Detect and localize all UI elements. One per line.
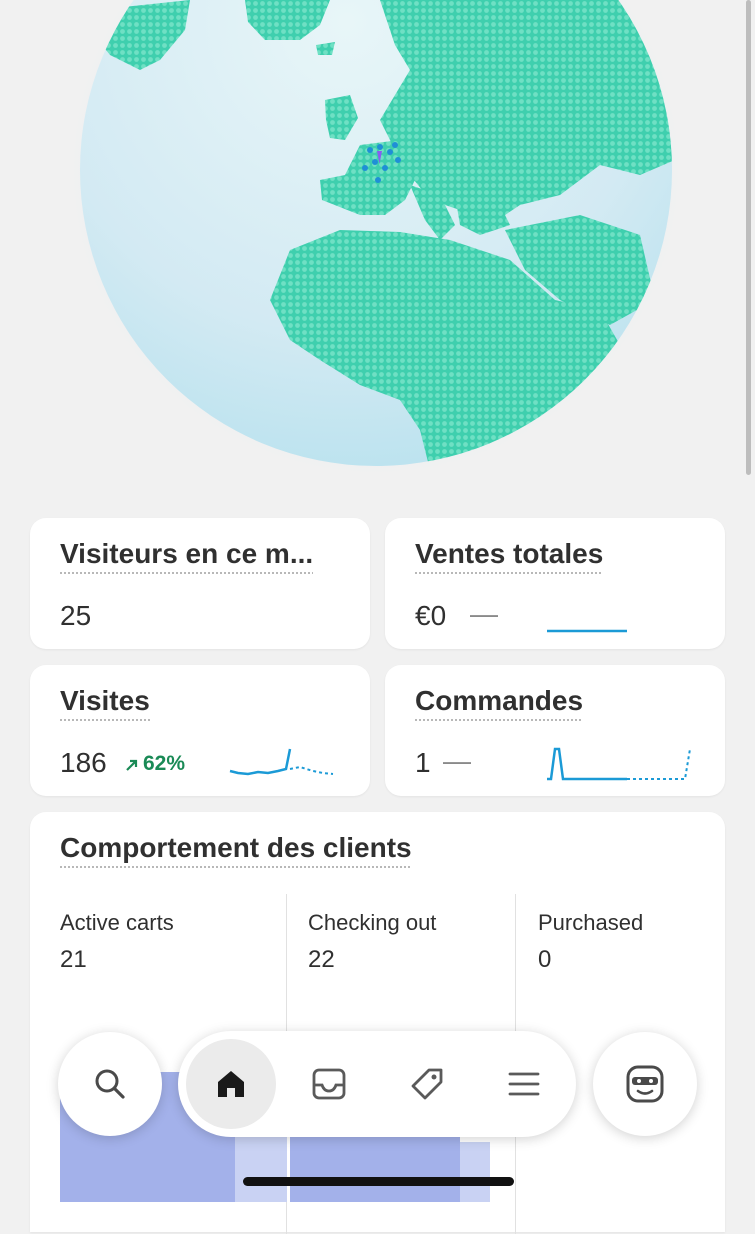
live-visitors-globe[interactable] — [0, 0, 755, 500]
account-button[interactable] — [593, 1032, 697, 1136]
checking-out-label: Checking out — [308, 910, 437, 935]
visits-value: 186 — [60, 747, 107, 778]
purchased-value: 0 — [538, 946, 552, 973]
visits-title[interactable]: Visites — [60, 685, 150, 721]
orders-sparkline — [547, 747, 691, 781]
visitors-now-title[interactable]: Visiteurs en ce m... — [60, 538, 314, 574]
active-carts-value: 21 — [60, 946, 87, 973]
globe-map — [70, 0, 682, 476]
visits-sparkline — [229, 748, 334, 776]
bottom-nav-bar — [178, 1031, 576, 1137]
visits-card[interactable]: Visites 186 62% — [30, 665, 370, 796]
search-icon — [95, 1069, 125, 1099]
total-sales-change: — — [470, 598, 498, 629]
menu-icon — [508, 1072, 540, 1096]
orders-change: — — [443, 745, 471, 776]
tag-icon — [411, 1068, 443, 1100]
total-sales-value: €0 — [415, 600, 447, 631]
nav-orders[interactable] — [289, 1031, 369, 1137]
orders-value: 1 — [415, 747, 431, 778]
home-indicator[interactable] — [243, 1177, 514, 1186]
funnel-connector — [460, 1142, 490, 1202]
orders-title[interactable]: Commandes — [415, 685, 584, 721]
total-sales-title[interactable]: Ventes totales — [415, 538, 604, 574]
checking-out-value: 22 — [308, 946, 335, 973]
nav-menu[interactable] — [484, 1031, 564, 1137]
nav-products[interactable] — [387, 1031, 467, 1137]
arrow-up-right-icon — [126, 759, 138, 771]
orders-card[interactable]: Commandes 1 — — [385, 665, 725, 796]
avatar-icon — [626, 1065, 664, 1103]
customer-behavior-title[interactable]: Comportement des clients — [60, 832, 412, 868]
visits-trend: 62% — [143, 752, 186, 775]
active-carts-label: Active carts — [60, 910, 174, 935]
search-button[interactable] — [58, 1032, 162, 1136]
total-sales-card[interactable]: Ventes totales €0 — — [385, 518, 725, 649]
nav-home[interactable] — [191, 1031, 271, 1137]
customer-behavior-card[interactable]: Comportement des clients Active carts 21… — [30, 812, 725, 1234]
total-sales-sparkline — [547, 629, 627, 633]
visitors-now-card[interactable]: Visiteurs en ce m... 25 — [30, 518, 370, 649]
purchased-label: Purchased — [538, 910, 644, 935]
visitors-now-value: 25 — [60, 600, 92, 631]
scrollbar[interactable] — [746, 0, 751, 475]
home-icon — [218, 1071, 244, 1097]
inbox-icon — [312, 1068, 346, 1100]
